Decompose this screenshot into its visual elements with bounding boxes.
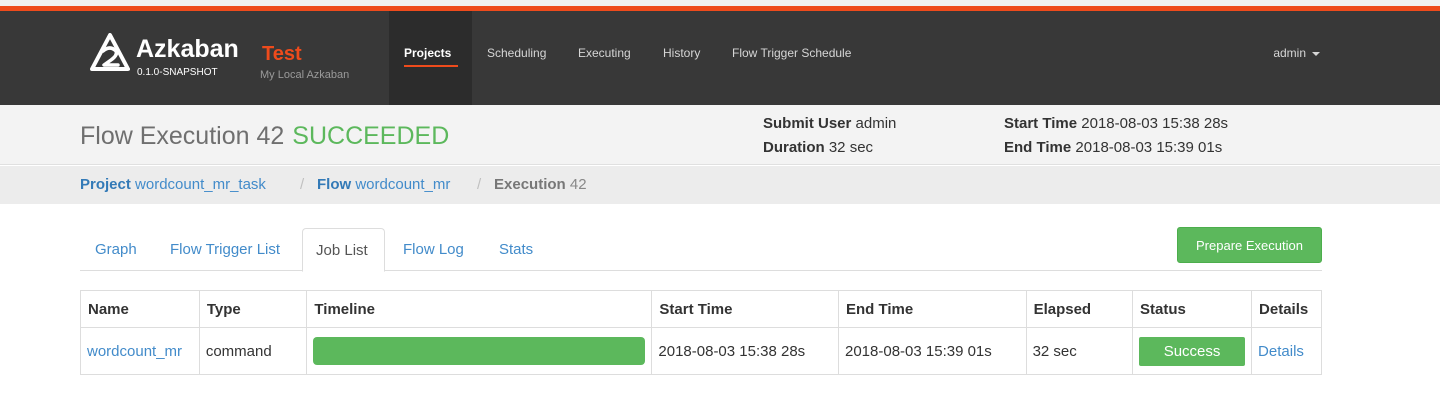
breadcrumb-flow-link[interactable]: wordcount_mr [355, 176, 450, 193]
brand-name: Azkaban [136, 35, 239, 63]
tab-stats[interactable]: Stats [499, 241, 533, 258]
caret-down-icon [1312, 51, 1320, 56]
nav-flow-trigger-schedule[interactable]: Flow Trigger Schedule [732, 46, 851, 60]
job-start-time: 2018-08-03 15:38 28s [651, 327, 839, 375]
tab-flow-trigger-list[interactable]: Flow Trigger List [170, 241, 280, 258]
breadcrumb-project[interactable]: Project wordcount_mr_task [80, 176, 266, 193]
duration-value: 32 sec [828, 139, 874, 156]
start-time-value: 2018-08-03 15:38 28s [1081, 115, 1229, 132]
column-header-start-time: Start Time [651, 290, 839, 328]
column-header-type: Type [198, 290, 308, 328]
duration: Duration 32 sec [763, 139, 873, 156]
column-header-details: Details [1251, 290, 1322, 328]
page-title: Flow Execution 42 SUCCEEDED [80, 122, 449, 151]
tab-graph[interactable]: Graph [95, 241, 137, 258]
submit-user: Submit User admin [763, 115, 896, 132]
breadcrumb-project-label: Project [80, 176, 131, 193]
column-header-status: Status [1132, 290, 1253, 328]
end-time-label: End Time [1004, 139, 1072, 156]
job-timeline-cell [306, 327, 653, 375]
prepare-execution-button[interactable]: Prepare Execution [1177, 227, 1322, 263]
user-menu[interactable]: admin [1273, 46, 1320, 60]
nav-history[interactable]: History [663, 46, 700, 60]
job-elapsed: 32 sec [1025, 327, 1134, 375]
azkaban-logo-icon [90, 33, 130, 71]
start-time-label: Start Time [1004, 115, 1078, 132]
page-title-text: Flow Execution 42 [80, 122, 285, 150]
execution-tabs: Graph Flow Trigger List Job List Flow Lo… [80, 228, 1322, 272]
job-list-table: Name Type Timeline Start Time End Time E… [80, 290, 1322, 375]
tab-job-list[interactable]: Job List [302, 228, 385, 272]
execution-header: Flow Execution 42 SUCCEEDED Submit User a… [0, 105, 1440, 165]
submit-user-label: Submit User [763, 115, 852, 132]
table-header-row: Name Type Timeline Start Time End Time E… [80, 290, 1322, 328]
status-badge: Success [1139, 336, 1246, 366]
column-header-elapsed: Elapsed [1025, 290, 1134, 328]
table-row: wordcount_mr command 2018-08-03 15:38 28… [80, 327, 1322, 375]
job-name-link[interactable]: wordcount_mr [87, 343, 182, 360]
end-time-value: 2018-08-03 15:39 01s [1075, 139, 1223, 156]
breadcrumb-execution: Execution 42 [494, 176, 587, 193]
end-time: End Time 2018-08-03 15:39 01s [1004, 139, 1222, 156]
breadcrumb-project-link[interactable]: wordcount_mr_task [135, 176, 266, 193]
nav-executing[interactable]: Executing [578, 46, 631, 60]
column-header-timeline: Timeline [306, 290, 653, 328]
duration-label: Duration [763, 139, 825, 156]
user-name: admin [1273, 46, 1306, 60]
breadcrumb-separator: / [477, 176, 482, 193]
column-header-name: Name [80, 290, 200, 328]
column-header-end-time: End Time [837, 290, 1027, 328]
breadcrumb: Project wordcount_mr_task / Flow wordcou… [0, 166, 1440, 204]
start-time: Start Time 2018-08-03 15:38 28s [1004, 115, 1228, 132]
breadcrumb-flow-label: Flow [317, 176, 352, 193]
environment-name: Test [262, 43, 302, 65]
breadcrumb-separator: / [300, 176, 305, 193]
breadcrumb-execution-label: Execution [494, 176, 566, 193]
job-end-time: 2018-08-03 15:39 01s [837, 327, 1027, 375]
job-timeline-bar [313, 337, 646, 365]
job-name-cell: wordcount_mr [80, 327, 200, 375]
job-status-cell: Success [1132, 327, 1253, 375]
nav-active-underline [404, 65, 458, 67]
breadcrumb-execution-id: 42 [569, 176, 587, 193]
top-navbar: Azkaban 0.1.0-SNAPSHOT Test My Local Azk… [0, 11, 1440, 105]
brand-version: 0.1.0-SNAPSHOT [137, 67, 218, 78]
nav-projects[interactable]: Projects [404, 46, 451, 60]
tab-job-list-label: Job List [316, 242, 368, 259]
tab-flow-log[interactable]: Flow Log [403, 241, 464, 258]
execution-status: SUCCEEDED [292, 122, 450, 150]
job-type: command [198, 327, 308, 375]
job-details-link[interactable]: Details [1258, 343, 1304, 360]
environment-description: My Local Azkaban [260, 69, 350, 81]
nav-scheduling[interactable]: Scheduling [487, 46, 546, 60]
job-details-cell: Details [1251, 327, 1322, 375]
submit-user-value: admin [855, 115, 897, 132]
breadcrumb-flow[interactable]: Flow wordcount_mr [317, 176, 450, 193]
